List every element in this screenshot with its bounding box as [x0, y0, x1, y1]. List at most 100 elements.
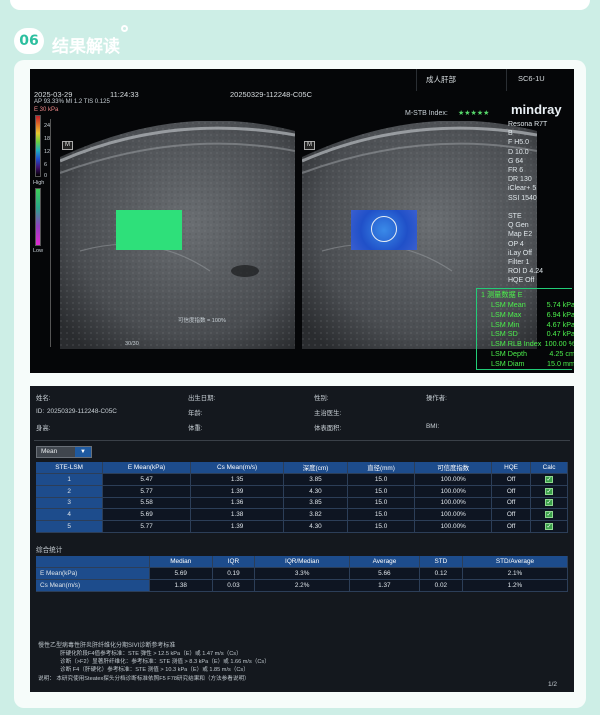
column-header: STE-LSM	[36, 462, 104, 475]
calc-checkbox-icon[interactable]: ✓	[545, 522, 554, 530]
summary-cell: 5.69	[149, 567, 213, 580]
side-param: F H5.0	[508, 139, 530, 147]
quality-colorbar	[35, 188, 41, 246]
exam-time: 11:24:33	[110, 90, 139, 99]
column-header: Cs Mean(m/s)	[190, 462, 285, 475]
depth-tick: 30/30	[125, 341, 139, 347]
summary-column-header: Median	[149, 556, 213, 569]
stat-label: LSM Mean	[491, 300, 526, 309]
summary-cell: 1.2%	[462, 579, 569, 592]
calc-checkbox-icon[interactable]: ✓	[545, 476, 554, 484]
patient-info-label: BMI:	[426, 423, 440, 430]
side-param: ROI D 4.24	[508, 268, 544, 276]
elasticity-colorbar	[35, 115, 41, 177]
chevron-down-icon[interactable]: ▼	[75, 447, 91, 457]
stat-value: 15.0 mm	[547, 358, 574, 368]
scale-tick-0: 0	[44, 173, 48, 179]
column-header: E Mean(kPa)	[102, 462, 191, 475]
table-cell: 100.00%	[414, 520, 492, 533]
exam-date: 2025-03-29	[34, 90, 73, 99]
footnote-title: 慢性乙型病毒性肝炎肝纤维化分期SIVI诊断参考标准	[38, 643, 176, 649]
summary-table: Median IQR IQR/Median Average STD STD/Average…	[36, 556, 569, 592]
summary-cell: Cs Mean(m/s)	[36, 579, 150, 592]
stat-label: LSM Max	[491, 309, 522, 319]
summary-row: E Mean(kPa) 5.69 0.19 3.3% 5.66 0.12 2.1%	[36, 567, 569, 580]
table-cell: 1.39	[190, 485, 285, 498]
table-cell: 5.77	[102, 520, 191, 533]
stat-row: LSM Mean 5.74 kPa	[491, 300, 574, 309]
table-cell: 100.00%	[414, 508, 492, 521]
stats-header: 1 测量数据 E	[481, 290, 523, 299]
side-param: STE	[508, 213, 522, 221]
table-cell: 100.00%	[414, 473, 492, 486]
stat-row: LSM SD 0.47 kPa	[491, 329, 574, 338]
patient-info-label: ID:	[36, 408, 45, 415]
stat-value: 100.00 %	[544, 339, 574, 349]
stat-mode-select[interactable]: Mean ▼	[36, 446, 92, 458]
column-header: 可信度指数	[414, 462, 492, 475]
table-cell: 5.77	[102, 485, 191, 498]
column-header: 直径(mm)	[347, 462, 416, 475]
calc-cell: ✓	[530, 520, 568, 533]
stat-row: LSM RLB Index 100.00 %	[491, 339, 574, 348]
lsm-stats-panel: 1 测量数据 E LSM Mean 5.74 kPa LSM Max 6.94 kPa…	[476, 288, 574, 370]
preset-label: 成人肝部	[426, 75, 456, 84]
table-cell: 3.85	[283, 497, 348, 510]
table-cell: Off	[491, 473, 532, 486]
table-cell: 15.0	[347, 520, 416, 533]
side-param: HQE Off	[508, 277, 535, 285]
stat-mode-value: Mean	[41, 448, 58, 455]
side-param: Resona R7T	[508, 121, 548, 128]
calc-cell: ✓	[530, 473, 568, 486]
summary-cell: 0.02	[419, 579, 463, 592]
side-param: B	[508, 130, 513, 138]
stat-label: LSM Diam	[491, 358, 525, 368]
stat-row: LSM Max 6.94 kPa	[491, 310, 574, 319]
table-row: 1 5.47 1.35 3.85 15.0 100.00% Off ✓	[36, 473, 568, 486]
table-cell: 100.00%	[414, 485, 492, 498]
table-row: 5 5.77 1.39 4.30 15.0 100.00% Off ✓	[36, 520, 568, 533]
column-header: Calc	[530, 462, 568, 475]
summary-row: Cs Mean(m/s) 1.38 0.03 2.2% 1.37 0.02 1.2%	[36, 579, 569, 592]
patient-info-label: 操作者:	[426, 395, 447, 402]
m-marker-right: M	[304, 141, 315, 150]
calc-checkbox-icon[interactable]: ✓	[545, 487, 554, 495]
elastography-roi-right	[351, 210, 417, 250]
table-cell: 1.38	[190, 508, 285, 521]
summary-cell: E Mean(kPa)	[36, 567, 150, 580]
table-row: 2 5.77 1.39 4.30 15.0 100.00% Off ✓	[36, 485, 568, 498]
table-row: 3 5.58 1.36 3.85 15.0 100.00% Off ✓	[36, 497, 568, 510]
calc-checkbox-icon[interactable]: ✓	[545, 511, 554, 519]
table-cell: 1	[36, 473, 104, 486]
patient-info-label: 年龄:	[188, 410, 203, 417]
column-header: 深度(cm)	[283, 462, 348, 475]
stat-value: 4.67 kPa	[546, 319, 574, 329]
quality-low-label: Low	[33, 248, 44, 254]
summary-cell: 0.12	[419, 567, 463, 580]
calc-checkbox-icon[interactable]: ✓	[545, 499, 554, 507]
table-cell: Off	[491, 520, 532, 533]
footnote-line-2: 诊断（>F2）显著肝纤维化：参考标准：STE 测值 > 8.3 kPa（E）或 …	[60, 659, 270, 665]
confidence-label: 可信度指数 = 100%	[178, 318, 226, 324]
stat-row: LSM Min 4.67 kPa	[491, 320, 574, 329]
stat-label: LSM Min	[491, 319, 520, 329]
calc-cell: ✓	[530, 508, 568, 521]
table-cell: 4.30	[283, 485, 348, 498]
brand-logo: mindray	[511, 102, 562, 117]
patient-info-label: 体表面积:	[314, 425, 342, 432]
summary-column-header	[36, 556, 150, 569]
summary-column-header: STD/Average	[462, 556, 569, 569]
summary-cell: 1.38	[149, 579, 213, 592]
table-cell: 4	[36, 508, 104, 521]
summary-cell: 1.37	[349, 579, 420, 592]
table-cell: 100.00%	[414, 497, 492, 510]
table-cell: 15.0	[347, 473, 416, 486]
stat-label: LSM RLB Index	[491, 339, 542, 349]
scale-unit: E 30 kPa	[34, 107, 59, 113]
table-cell: 15.0	[347, 497, 416, 510]
patient-info-label: 姓名:	[36, 395, 51, 402]
table-cell: 5.47	[102, 473, 191, 486]
calc-cell: ✓	[530, 497, 568, 510]
decorative-dot-icon	[121, 25, 128, 32]
mstb-stars-icon: ★★★★★	[458, 110, 490, 117]
